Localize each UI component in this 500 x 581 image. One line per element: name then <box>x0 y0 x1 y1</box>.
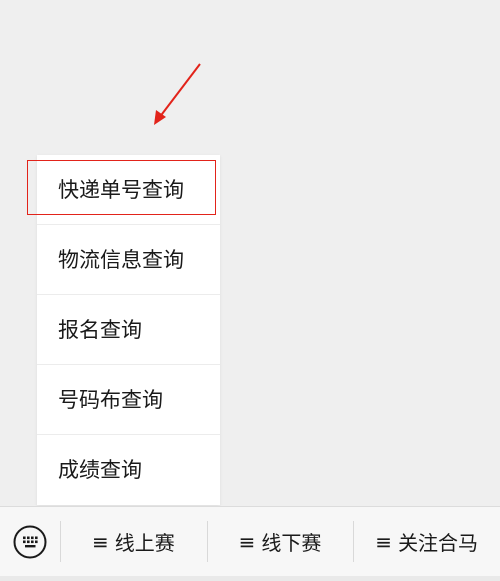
keyboard-icon <box>13 525 47 558</box>
tab-follow-hefei-marathon[interactable]: ≡ 关注合马 <box>353 507 500 576</box>
menu-item-results-query[interactable]: 成绩查询 <box>37 435 220 505</box>
keyboard-toggle-button[interactable] <box>0 507 60 576</box>
tab-label: 关注合马 <box>398 531 479 555</box>
menu-item-registration-query[interactable]: 报名查询 <box>37 295 220 365</box>
menu-lines-icon: ≡ <box>238 529 256 554</box>
menu-item-express-number-query[interactable]: 快递单号查询 <box>37 155 220 225</box>
tab-online-race[interactable]: ≡ 线上赛 <box>60 507 207 576</box>
bottom-strip <box>0 576 500 581</box>
bottom-menu-bar: ≡ 线上赛 ≡ 线下赛 ≡ 关注合马 <box>0 506 500 576</box>
menu-lines-icon: ≡ <box>91 529 109 554</box>
menu-item-logistics-info-query[interactable]: 物流信息查询 <box>37 225 220 295</box>
tab-label: 线上赛 <box>114 531 175 555</box>
menu-item-bib-number-query[interactable]: 号码布查询 <box>37 365 220 435</box>
popup-menu: 快递单号查询 物流信息查询 报名查询 号码布查询 成绩查询 <box>37 155 220 505</box>
menu-lines-icon: ≡ <box>375 529 393 554</box>
tab-label: 线下赛 <box>261 531 322 555</box>
annotation-arrow-icon <box>154 63 201 125</box>
tab-offline-race[interactable]: ≡ 线下赛 <box>206 507 354 576</box>
